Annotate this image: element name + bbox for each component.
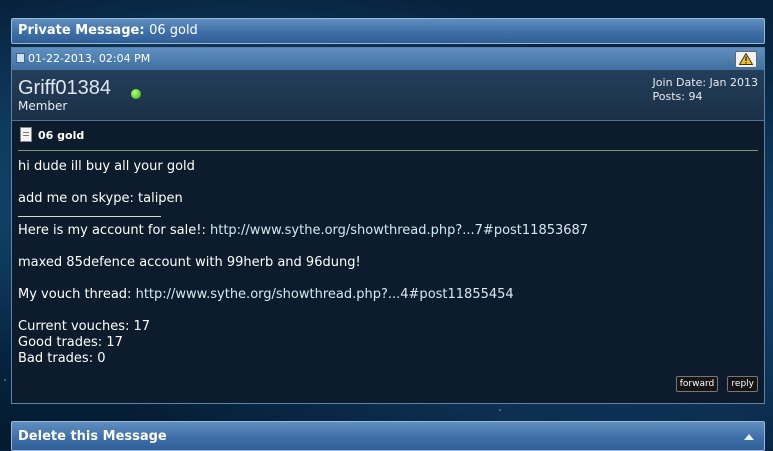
message-line: Bad trades: 0: [18, 351, 106, 366]
report-button[interactable]: [735, 51, 757, 68]
post-date: 01-22-2013, 02:04 PM: [28, 52, 151, 65]
post-icon: [16, 53, 25, 63]
post-title-text: 06 gold: [38, 129, 85, 142]
username-link[interactable]: Griff01384: [18, 77, 111, 100]
reply-button[interactable]: reply: [727, 376, 758, 392]
message-line: maxed 85defence account with 99herb and …: [18, 255, 361, 270]
delete-message-bar[interactable]: Delete this Message: [11, 421, 765, 451]
document-icon: [20, 127, 32, 142]
collapse-arrow-icon[interactable]: [744, 434, 754, 440]
signature-line: My vouch thread: http://www.sythe.org/sh…: [18, 287, 758, 303]
vouch-thread-link[interactable]: http://www.sythe.org/showthread.php?...4…: [136, 287, 514, 302]
user-info-bar: Griff01384 Member Join Date: Jan 2013 Po…: [12, 70, 764, 121]
title-prefix: Private Message:: [18, 23, 145, 38]
post-body: 06 gold hi dude ill buy all your gold ad…: [12, 121, 764, 367]
message-title-bar: Private Message: 06 gold: [11, 18, 765, 44]
forward-button[interactable]: forward: [675, 376, 719, 392]
message-content: hi dude ill buy all your gold add me on …: [18, 159, 758, 367]
title-divider: [18, 150, 758, 151]
post-count: Posts: 94: [652, 90, 703, 103]
warning-icon: [739, 53, 753, 65]
signature-line: Here is my account for sale!: http://www…: [18, 223, 758, 239]
message-line: add me on skype: talipen: [18, 191, 183, 206]
post-date-bar: 01-22-2013, 02:04 PM: [12, 48, 764, 70]
user-title: Member: [18, 99, 68, 113]
account-sale-label: Here is my account for sale!:: [18, 223, 206, 238]
delete-message-title: Delete this Message: [18, 429, 167, 444]
message-subject: 06 gold: [149, 23, 198, 38]
post-controls: forward reply: [671, 375, 758, 392]
online-status-icon: [131, 89, 141, 99]
signature-divider: [18, 216, 161, 223]
post-title: 06 gold: [18, 127, 758, 145]
join-date: Join Date: Jan 2013: [652, 76, 758, 89]
message-line: Good trades: 17: [18, 335, 123, 350]
vouch-thread-label: My vouch thread:: [18, 287, 132, 302]
message-post: 01-22-2013, 02:04 PM Griff01384 Member J…: [11, 47, 765, 404]
user-stats: Join Date: Jan 2013 Posts: 94: [653, 76, 758, 104]
account-sale-link[interactable]: http://www.sythe.org/showthread.php?...7…: [210, 223, 588, 238]
message-line: Current vouches: 17: [18, 319, 151, 334]
message-line: hi dude ill buy all your gold: [18, 159, 195, 174]
